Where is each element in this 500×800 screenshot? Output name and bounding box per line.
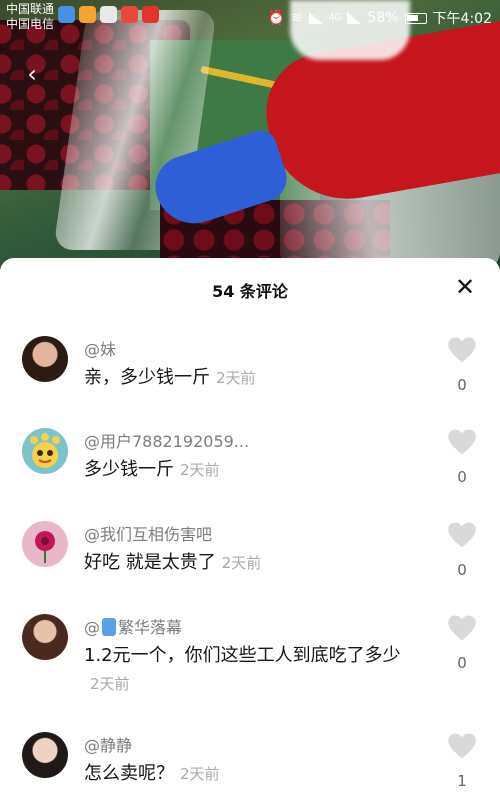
avatar[interactable] [22,521,68,567]
like-button[interactable]: 0 [444,521,480,579]
heart-icon [448,337,476,363]
comment-username[interactable]: @ 繁华落幕 [84,614,182,638]
comment-item: @我们互相伤害吧 好吃 就是太贵了 2天前 0 [0,513,500,603]
notification-icons [58,6,159,23]
comment-item: @静静 怎么卖呢？ 2天前 1 [0,724,500,800]
avatar[interactable] [22,336,68,382]
battery-percent: 58% [367,10,399,26]
avatar[interactable] [22,428,68,474]
like-count: 0 [457,654,467,672]
status-bar: 中国联通 中国电信 ⏰ ≋ 4G 58% 下午4:02 [0,0,500,34]
like-count: 0 [457,561,467,579]
monster-avatar-icon [30,433,60,468]
wifi-icon: ≋ [290,10,303,26]
signal-icon [308,12,323,24]
person-badge-icon [102,618,116,636]
comment-text: 好吃 就是太贵了 [84,552,216,573]
carrier-line-1: 中国联通 [6,2,55,16]
comment-text: 多少钱一斤 [84,459,174,480]
app-icon [79,6,96,23]
comment-text: 怎么卖呢？ [84,763,174,784]
comment-username[interactable]: @静静 [84,732,132,756]
carrier-line-2: 中国电信 [6,17,55,31]
comment-time: 2天前 [180,765,220,783]
map-icon [121,6,138,23]
like-button[interactable]: 0 [444,336,480,394]
signal-icon [347,12,362,24]
comment-body: 多少钱一斤 2天前 [84,456,414,484]
avatar[interactable] [22,614,68,660]
heart-icon [448,522,476,548]
back-arrow-icon[interactable]: ‹ [18,60,46,88]
like-count: 1 [457,772,467,790]
like-button[interactable]: 0 [444,614,480,672]
flower-avatar-icon [35,531,55,563]
comment-item: @妹 亲，多少钱一斤 2天前 0 [0,328,500,418]
heart-icon [448,733,476,759]
network-label: 4G [328,13,342,23]
comment-text: 亲，多少钱一斤 [84,367,210,388]
comment-item: @用户7882192059... 多少钱一斤 2天前 0 [0,420,500,510]
heart-icon [448,429,476,455]
at-symbol: @ [84,618,100,637]
comment-time: 2天前 [216,369,256,387]
comment-body: 亲，多少钱一斤 2天前 [84,364,414,392]
comment-username[interactable]: @我们互相伤害吧 [84,521,212,545]
avatar[interactable] [22,732,68,778]
carrier-label: 中国联通 中国电信 [6,2,54,32]
like-button[interactable]: 1 [444,732,480,790]
like-count: 0 [457,468,467,486]
video-player[interactable]: ‹ [0,0,500,270]
status-right: ⏰ ≋ 4G 58% 下午4:02 [268,8,492,28]
comment-text: 1.2元一个，你们这些工人到底吃了多少 [84,645,401,666]
heart-icon [448,615,476,641]
comment-time: 2天前 [221,554,262,572]
comment-count-title: 54 条评论 [212,282,288,301]
comment-time: 2天前 [180,461,220,479]
comment-body: 好吃 就是太贵了 2天前 [84,549,414,577]
alarm-icon: ⏰ [267,10,285,26]
comment-username[interactable]: @妹 [84,336,116,360]
clock: 下午4:02 [432,11,492,27]
close-icon[interactable]: ✕ [452,274,478,300]
comment-item: @ 繁华落幕 1.2元一个，你们这些工人到底吃了多少 2天前 0 [0,606,500,706]
app-icon [58,6,75,23]
comment-body: 怎么卖呢？ 2天前 [84,760,414,788]
app-icon [142,6,159,23]
like-button[interactable]: 0 [444,428,480,486]
battery-icon [404,12,427,24]
comment-body: 1.2元一个，你们这些工人到底吃了多少 2天前 [84,642,414,698]
like-count: 0 [457,376,467,394]
username-text: 繁华落幕 [118,618,183,637]
comment-time: 2天前 [90,675,130,693]
chat-icon [100,6,117,23]
comment-username[interactable]: @用户7882192059... [84,428,249,452]
comment-sheet: 54 条评论 ✕ @妹 亲，多少钱一斤 2天前 0 @用户7882192059..… [0,258,500,800]
